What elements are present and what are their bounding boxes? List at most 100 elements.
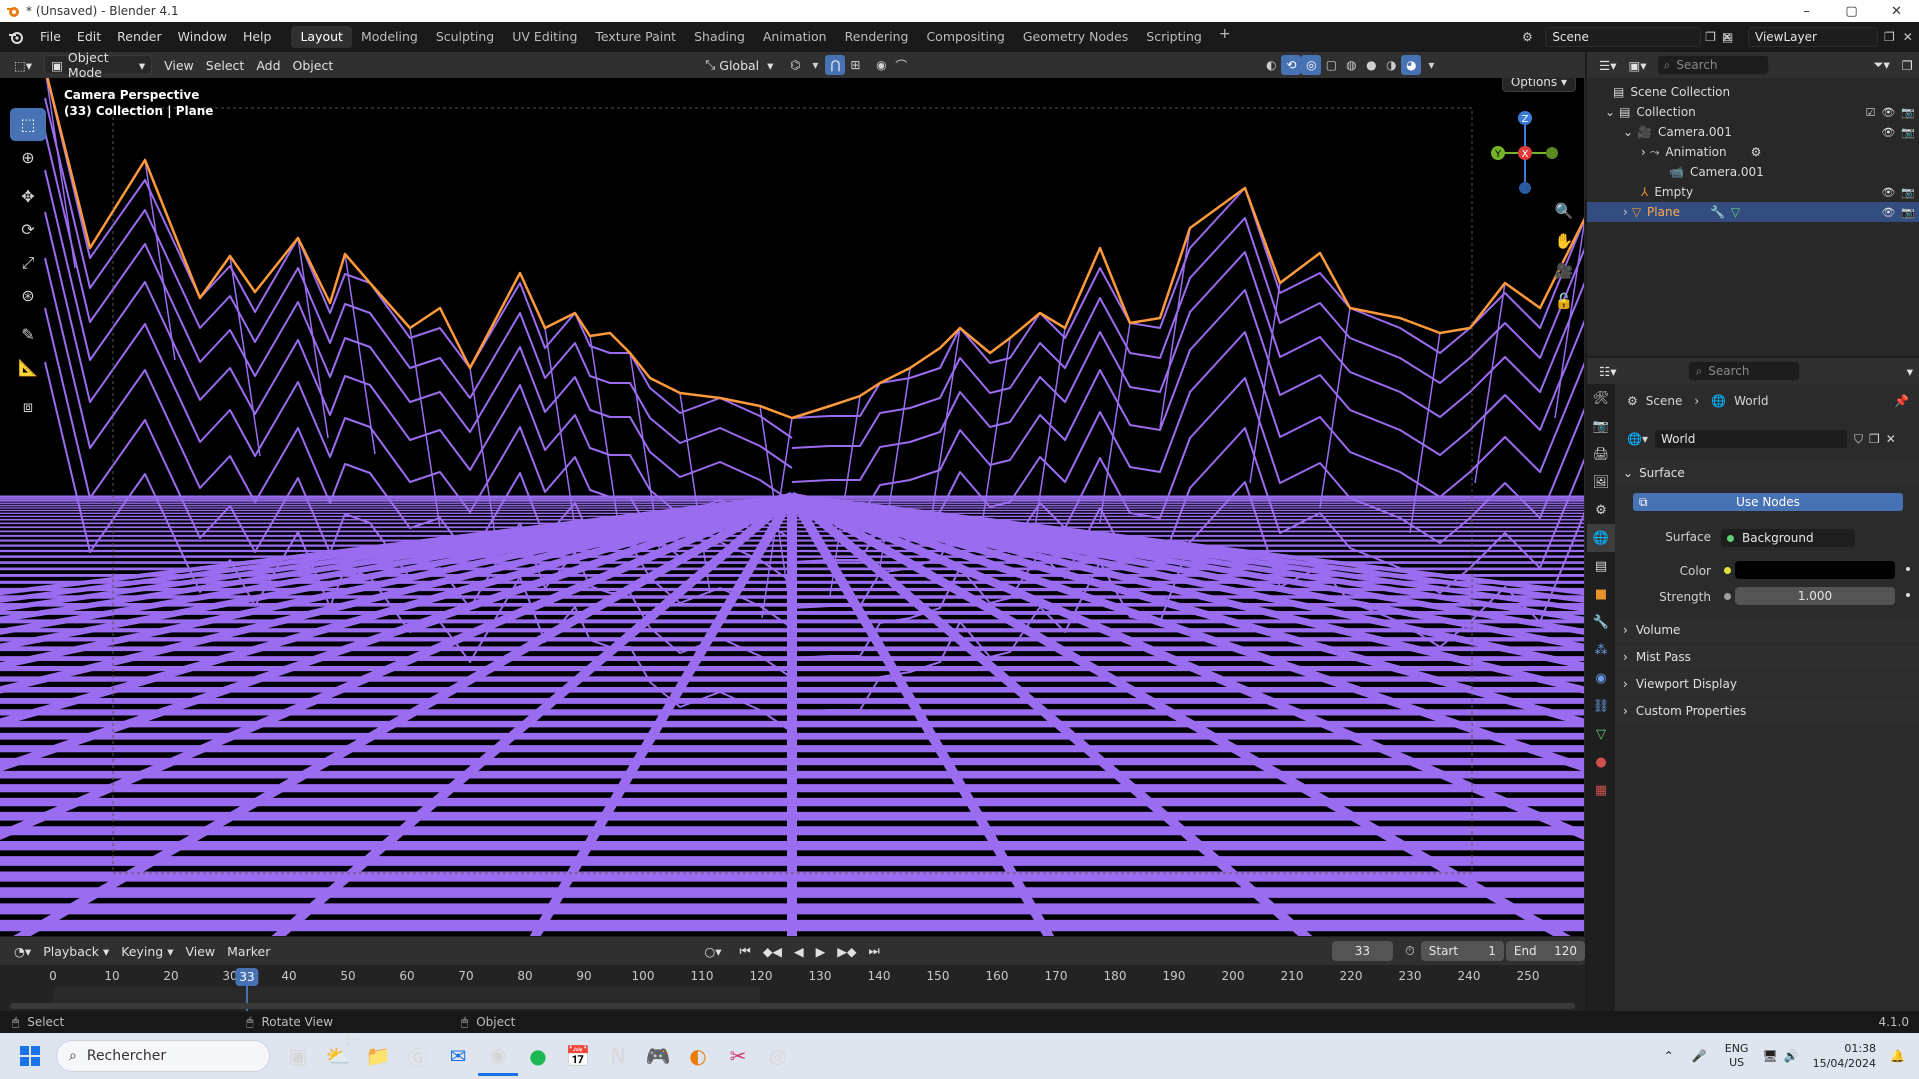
viewlayer-name-field[interactable]: ViewLayer [1748,27,1878,47]
notification-bell-icon[interactable]: 🔔 [1890,1049,1905,1063]
current-frame-field[interactable]: 33 [1331,941,1393,961]
gizmo-neg-y-axis[interactable] [1546,147,1558,159]
menu-marker[interactable]: Marker [221,941,276,961]
strength-field[interactable]: 1.000 [1735,587,1895,605]
windows-start-icon[interactable] [10,1036,50,1076]
tab-texture-paint[interactable]: Texture Paint [586,26,685,48]
language-indicator[interactable]: ENG US [1725,1042,1749,1070]
panel-custom-properties[interactable]: › Custom Properties [1615,699,1919,723]
measure-tool[interactable]: 📐 [10,351,46,384]
tab-uv-editing[interactable]: UV Editing [503,26,586,48]
chevron-right-icon[interactable]: › [1641,145,1646,159]
spotify-icon[interactable]: ● [518,1036,558,1076]
properties-search[interactable]: ⌕ Search [1688,361,1801,381]
menu-keying[interactable]: Keying ▾ [115,941,179,961]
network-icon[interactable]: 🖥 [1762,1049,1777,1063]
timeline-scrollbar[interactable] [10,1003,1575,1009]
panel-mist-pass[interactable]: › Mist Pass [1615,645,1919,669]
tab-layout[interactable]: Layout [291,26,352,48]
surface-shader-field[interactable]: Background [1721,529,1855,547]
new-viewlayer-icon[interactable]: ❐ [1884,30,1895,44]
chevron-right-icon[interactable]: › [1623,205,1628,219]
current-frame-indicator[interactable]: 33 [235,968,259,986]
mail-icon[interactable]: ✉ [438,1036,478,1076]
volume-icon[interactable]: 🔊 [1784,1049,1799,1063]
particles-tab-icon[interactable]: ⁂ [1587,636,1615,664]
camera-render-icon[interactable]: 📷 [1901,186,1915,199]
view-layer-tab-icon[interactable]: 🖼 [1587,468,1615,496]
visibility-icon[interactable]: ◐ [1261,55,1281,75]
camera-render-icon[interactable]: 📷 [1901,206,1915,219]
obs-icon[interactable]: ◎ [758,1036,798,1076]
minimize-button[interactable]: – [1784,0,1829,22]
outliner-collection[interactable]: ⌄ ▤ Collection ☑ 👁 📷 [1587,102,1919,122]
discord-icon[interactable]: 🎮 [638,1036,678,1076]
play-reverse-icon[interactable]: ◀ [788,941,810,961]
menu-help[interactable]: Help [235,26,280,48]
start-frame-field[interactable]: Start 1 [1420,941,1504,961]
transform-tool[interactable]: ⊛ [10,279,46,312]
gizmo-toggle-icon[interactable]: ⟲ [1281,55,1302,75]
camera-render-icon[interactable]: 📷 [1901,126,1915,139]
outliner-camera-data[interactable]: 📹 Camera.001 [1587,162,1919,182]
clock[interactable]: 01:38 15/04/2024 [1813,1041,1876,1071]
menu-window[interactable]: Window [170,26,235,48]
zoom-icon[interactable]: 🔍 [1552,196,1576,226]
task-view-icon[interactable]: ▣ [278,1036,318,1076]
pan-hand-icon[interactable]: ✋ [1552,226,1576,256]
pin-icon[interactable]: 📌 [1894,394,1909,408]
panel-volume[interactable]: › Volume [1615,618,1919,642]
move-tool[interactable]: ✥ [10,180,46,213]
outliner-empty[interactable]: ⅄ Empty 👁 📷 [1587,182,1919,202]
chevron-down-icon[interactable]: ▾ [1901,361,1919,381]
data-tab-icon[interactable]: ▽ [1587,720,1615,748]
physics-tab-icon[interactable]: ◉ [1587,664,1615,692]
mode-dropdown[interactable]: ▣ Object Mode ▾ [44,50,153,80]
tab-sculpting[interactable]: Sculpting [427,26,503,48]
object-tab-icon[interactable]: ■ [1587,580,1615,608]
eye-icon[interactable]: 👁 [1881,106,1895,119]
taskbar-search[interactable]: ⌕ Rechercher [56,1040,270,1072]
world-tab-icon[interactable]: 🌐 [1587,524,1615,552]
cursor-tool[interactable]: ⊕ [10,141,46,174]
new-world-icon[interactable]: ❐ [1869,432,1880,446]
use-nodes-button[interactable]: ⧉ Use Nodes [1633,493,1903,511]
prev-keyframe-icon[interactable]: ◆◀ [757,941,788,961]
timeline-editor-icon[interactable]: ◔▾ [8,941,37,961]
panel-viewport-display[interactable]: › Viewport Display [1615,672,1919,696]
overlay-toggle-icon[interactable]: ◎ [1301,55,1322,75]
outliner-plane[interactable]: › ▽ Plane 🔧 ▽ 👁 📷 [1587,202,1919,222]
scale-tool[interactable]: ⤢ [10,246,46,279]
world-browse-icon[interactable]: 🌐▾ [1627,432,1648,446]
tab-modeling[interactable]: Modeling [352,26,427,48]
menu-timeline-view[interactable]: View [179,941,221,961]
blender-menu-icon[interactable] [0,29,32,45]
add-workspace-button[interactable]: + [1211,26,1239,48]
outliner-editor-icon[interactable]: ☰▾ [1593,55,1622,75]
material-shading-icon[interactable]: ◑ [1381,55,1401,75]
constraints-tab-icon[interactable]: ⛓ [1587,692,1615,720]
world-datablock-selector[interactable]: 🌐▾ World ⛉ ❐ ✕ [1627,429,1911,449]
menu-playback[interactable]: Playback ▾ [37,941,115,961]
calendar-icon[interactable]: 📅 [558,1036,598,1076]
material-tab-icon[interactable]: ● [1587,748,1615,776]
viewlayer-selector[interactable]: ▤ ViewLayer ❐ ✕ [1722,26,1919,48]
rendered-shading-icon[interactable]: ◕ [1401,55,1422,75]
maximize-button[interactable]: ▢ [1829,0,1874,22]
menu-view[interactable]: View [158,55,200,75]
outliner-scene-collection[interactable]: ▤ Scene Collection [1587,82,1919,102]
new-collection-icon[interactable]: ❐ [1896,55,1919,75]
next-keyframe-icon[interactable]: ▶◆ [831,941,862,961]
blender-taskbar-icon[interactable]: ◐ [678,1036,718,1076]
play-icon[interactable]: ▶ [810,941,832,961]
delete-viewlayer-icon[interactable]: ✕ [1903,30,1913,44]
snap-icon[interactable]: ⋂ [825,55,846,75]
microphone-icon[interactable]: 🎤 [1692,1049,1707,1063]
tab-shading[interactable]: Shading [685,26,754,48]
menu-object[interactable]: Object [287,55,340,75]
rotate-tool[interactable]: ⟳ [10,213,46,246]
eye-icon[interactable]: 👁 [1881,126,1895,139]
camera-view-icon[interactable]: 🎥 [1552,256,1576,286]
chevron-down-icon[interactable]: ⌄ [1605,105,1615,119]
filter-icon[interactable]: ⏷▾ [1868,55,1896,75]
